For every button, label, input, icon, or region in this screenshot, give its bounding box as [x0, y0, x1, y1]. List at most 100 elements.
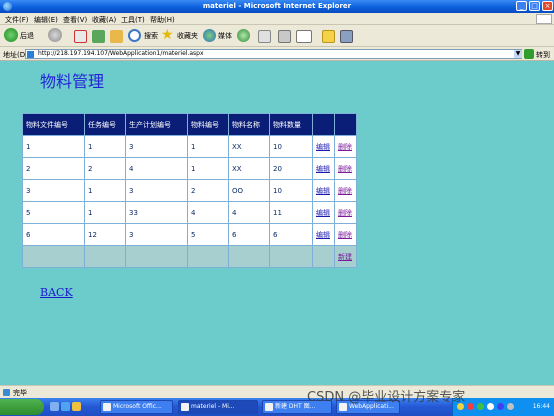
cell-material-qty: 20 [269, 157, 313, 180]
refresh-icon[interactable] [92, 30, 105, 43]
edit-link[interactable]: 编辑 [316, 209, 330, 217]
status-bar: 完毕 [0, 385, 554, 398]
edit-cell: 编辑 [312, 179, 335, 202]
delete-cell: 删除 [334, 223, 357, 246]
delete-cell: 删除 [334, 179, 357, 202]
clock: 16:44 [532, 403, 550, 410]
delete-link[interactable]: 删除 [338, 231, 352, 239]
maximize-button[interactable]: □ [529, 1, 540, 11]
menu-view[interactable]: 查看(V) [63, 15, 87, 25]
start-button[interactable] [0, 399, 44, 415]
delete-link[interactable]: 删除 [338, 209, 352, 217]
go-button[interactable]: 转到 [536, 50, 550, 60]
messenger-icon[interactable] [340, 30, 353, 43]
edit-link[interactable]: 编辑 [316, 231, 330, 239]
taskbar-item-label: materiel - Mi... [191, 403, 235, 410]
header-material-name: 物料名称 [228, 113, 270, 136]
menu-tools[interactable]: 工具(T) [121, 15, 145, 25]
history-icon[interactable] [237, 29, 250, 42]
table-row: 1 1 3 1 XX 10 编辑 删除 [22, 135, 357, 158]
menu-file[interactable]: 文件(F) [5, 15, 29, 25]
taskbar: Microsoft Offic... materiel - Mi... 新建 D… [0, 398, 554, 416]
menu-edit[interactable]: 编辑(E) [34, 15, 58, 25]
cell-file-no: 3 [22, 179, 85, 202]
window-title: materiel - Microsoft Internet Explorer [202, 2, 352, 10]
edit-link[interactable]: 编辑 [316, 143, 330, 151]
cell-material-name: XX [228, 157, 270, 180]
toolbar: 后退 搜索 ★ 收藏夹 媒体 [0, 25, 554, 47]
materiel-grid: 物料文件编号 任务编号 生产计划编号 物料编号 物料名称 物料数量 1 1 3 … [22, 113, 357, 268]
edit-link[interactable]: 编辑 [316, 187, 330, 195]
page-icon [27, 51, 34, 58]
address-dropdown-icon[interactable]: ▼ [514, 50, 522, 58]
show-desktop-icon[interactable] [50, 402, 59, 411]
mail-icon[interactable] [258, 30, 271, 43]
page-content: 物料管理 物料文件编号 任务编号 生产计划编号 物料编号 物料名称 物料数量 1… [0, 62, 554, 385]
edit-link[interactable]: 编辑 [316, 165, 330, 173]
cell-material-no: 1 [187, 135, 229, 158]
folder-icon[interactable] [322, 30, 335, 43]
table-row: 2 2 4 1 XX 20 编辑 删除 [22, 157, 357, 180]
new-cell: 新建 [334, 245, 357, 268]
delete-cell: 删除 [334, 201, 357, 224]
menu-favorites[interactable]: 收藏(A) [92, 15, 116, 25]
delete-link[interactable]: 删除 [338, 187, 352, 195]
footer-cell [228, 245, 270, 268]
tray-icon[interactable] [477, 403, 484, 410]
favorites-label[interactable]: 收藏夹 [177, 31, 198, 41]
media-icon[interactable] [203, 29, 216, 42]
menu-bar: 文件(F) 编辑(E) 查看(V) 收藏(A) 工具(T) 帮助(H) [0, 13, 554, 25]
edit-cell: 编辑 [312, 201, 335, 224]
delete-cell: 删除 [334, 157, 357, 180]
forward-arrow-icon[interactable] [48, 28, 62, 42]
tray-icon[interactable] [497, 403, 504, 410]
menu-help[interactable]: 帮助(H) [150, 15, 175, 25]
back-arrow-icon[interactable] [4, 28, 18, 42]
tray-icon[interactable] [487, 403, 494, 410]
cell-material-qty: 6 [269, 223, 313, 246]
system-tray: 16:44 [452, 398, 554, 416]
footer-cell [84, 245, 126, 268]
cell-file-no: 2 [22, 157, 85, 180]
print-icon[interactable] [278, 30, 291, 43]
table-row: 6 12 3 5 6 6 编辑 删除 [22, 223, 357, 246]
stop-icon[interactable] [74, 30, 87, 43]
taskbar-item-ie[interactable]: materiel - Mi... [178, 400, 258, 414]
cell-material-qty: 10 [269, 135, 313, 158]
favorites-star-icon[interactable]: ★ [161, 28, 175, 42]
ie-small-icon [181, 403, 189, 411]
back-label[interactable]: 后退 [20, 31, 34, 41]
cell-material-name: XX [228, 135, 270, 158]
delete-cell: 删除 [334, 135, 357, 158]
back-link[interactable]: BACK [40, 286, 73, 299]
cell-material-name: 4 [228, 201, 270, 224]
windows-logo-icon [536, 14, 552, 24]
window-title-bar: materiel - Microsoft Internet Explorer _… [0, 0, 554, 13]
minimize-button[interactable]: _ [516, 1, 527, 11]
tray-icon[interactable] [467, 403, 474, 410]
explorer-quick-launch-icon[interactable] [72, 402, 81, 411]
ie-quick-launch-icon[interactable] [61, 402, 70, 411]
go-arrow-icon[interactable] [524, 49, 534, 59]
delete-link[interactable]: 删除 [338, 165, 352, 173]
tray-icon[interactable] [507, 403, 514, 410]
edit-cell: 编辑 [312, 157, 335, 180]
cell-task-no: 12 [84, 223, 126, 246]
taskbar-item-office[interactable]: Microsoft Offic... [100, 400, 173, 414]
cell-task-no: 2 [84, 157, 126, 180]
search-label[interactable]: 搜索 [144, 31, 158, 41]
header-material-qty: 物料数量 [269, 113, 313, 136]
taskbar-item-label: Microsoft Offic... [113, 403, 162, 410]
edit-icon[interactable] [296, 30, 312, 43]
home-icon[interactable] [110, 30, 123, 43]
cell-file-no: 5 [22, 201, 85, 224]
delete-link[interactable]: 删除 [338, 143, 352, 151]
new-link[interactable]: 新建 [338, 253, 352, 261]
footer-cell [187, 245, 229, 268]
cell-plan-no: 3 [125, 135, 188, 158]
search-icon[interactable] [128, 29, 141, 42]
page-title: 物料管理 [40, 72, 105, 91]
media-label[interactable]: 媒体 [218, 31, 232, 41]
close-button[interactable]: × [542, 1, 553, 11]
address-input[interactable]: http://218.197.194.107/WebApplication1/m… [25, 49, 522, 59]
